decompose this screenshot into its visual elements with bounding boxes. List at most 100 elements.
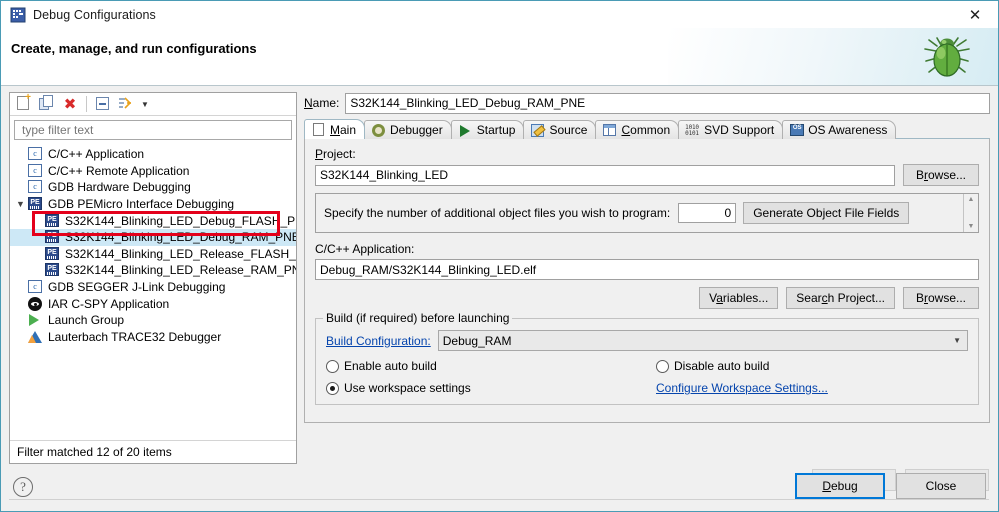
object-files-scrollbar[interactable]: ▲ ▼	[963, 194, 978, 232]
application-label: C/C++ Application:	[315, 242, 415, 256]
build-configuration-combo[interactable]: Debug_RAM ▼	[437, 330, 968, 351]
pencil-edit-icon	[530, 123, 545, 138]
c-application-icon: c	[27, 163, 43, 179]
disable-auto-build-radio[interactable]	[656, 359, 669, 373]
variables-button[interactable]: Variables...	[699, 287, 779, 309]
tree-item-release-flash-pne[interactable]: PE S32K144_Blinking_LED_Release_FLASH_PN…	[10, 246, 296, 263]
project-row: Browse...	[315, 164, 979, 186]
tree-item-gdb-hardware-debugging[interactable]: c GDB Hardware Debugging	[10, 179, 296, 196]
tree-item-c-cpp-application[interactable]: c C/C++ Application	[10, 146, 296, 163]
project-input[interactable]	[315, 164, 895, 186]
document-icon	[311, 122, 326, 137]
tree-item-c-cpp-remote-application[interactable]: c C/C++ Remote Application	[10, 163, 296, 180]
pemicro-icon: PE	[27, 196, 43, 212]
chevron-down-icon[interactable]: ▼	[968, 223, 975, 230]
c-application-icon: c	[27, 279, 43, 295]
application-row	[315, 259, 979, 280]
configuration-name-input[interactable]	[345, 92, 990, 114]
copy-icon-front	[43, 95, 53, 107]
tree-item-label: S32K144_Blinking_LED_Release_FLASH_PNE	[65, 246, 296, 261]
tree-item-release-ram-pne[interactable]: PE S32K144_Blinking_LED_Release_RAM_PNE	[10, 262, 296, 279]
tree-item-lauterbach-trace32-debugger[interactable]: Lauterbach TRACE32 Debugger	[10, 329, 296, 346]
tree-item-label: GDB SEGGER J-Link Debugging	[48, 280, 226, 295]
toolbar-separator	[86, 96, 87, 112]
tree-item-label: C/C++ Application	[48, 147, 145, 162]
disable-auto-build-label: Disable auto build	[674, 359, 770, 373]
tree-item-gdb-segger-jlink-debugging[interactable]: c GDB SEGGER J-Link Debugging	[10, 279, 296, 296]
pemicro-icon: PE	[44, 262, 60, 278]
generate-object-file-fields-button[interactable]: Generate Object File Fields	[743, 202, 910, 224]
main-tab-panel: Project: Browse... Specify the number of…	[304, 138, 990, 423]
filter-text-field-wrapper	[14, 120, 292, 140]
tree-item-label: Launch Group	[48, 313, 125, 328]
launch-configurations-tree[interactable]: c C/C++ Application c C/C++ Remote Appli…	[10, 143, 296, 439]
tab-common[interactable]: Common	[595, 120, 680, 139]
tree-item-debug-flash-pne[interactable]: PE S32K144_Blinking_LED_Debug_FLASH_PNE	[10, 212, 296, 229]
configure-workspace-settings-link[interactable]: Configure Workspace Settings...	[656, 381, 828, 395]
chevron-down-icon[interactable]: ▼	[14, 196, 27, 212]
enable-auto-build-option[interactable]: Enable auto build	[326, 359, 656, 373]
window-title: Debug Configurations	[33, 7, 156, 22]
filter-text-input[interactable]	[20, 122, 286, 138]
tab-svd-support[interactable]: 1010 0101 SVD Support	[678, 120, 784, 139]
build-group: Build (if required) before launching Bui…	[315, 311, 979, 405]
search-project-button[interactable]: Search Project...	[786, 287, 895, 309]
new-launch-configuration-button[interactable]	[14, 93, 34, 114]
tab-debugger[interactable]: Debugger	[364, 120, 452, 139]
tab-label: Source	[549, 123, 588, 137]
filter-arrow-icon	[118, 97, 132, 109]
collapse-all-button[interactable]	[93, 94, 113, 114]
delete-launch-configuration-button[interactable]: ✖	[60, 94, 80, 114]
debug-button[interactable]: Debug	[795, 473, 885, 499]
use-workspace-settings-radio[interactable]	[326, 381, 339, 395]
tab-os-awareness[interactable]: OS OS Awareness	[782, 120, 897, 139]
close-button[interactable]: Close	[896, 473, 986, 499]
application-browse-button[interactable]: Browse...	[903, 287, 979, 309]
build-configuration-value: Debug_RAM	[442, 333, 512, 348]
chevron-down-icon: ▼	[953, 336, 961, 345]
filter-launch-configurations-button[interactable]	[116, 94, 136, 114]
application-buttons-row: Variables... Search Project... Browse...	[315, 287, 979, 309]
chevron-up-icon[interactable]: ▲	[968, 196, 975, 203]
tab-source[interactable]: Source	[523, 120, 597, 139]
tree-item-label: C/C++ Remote Application	[48, 163, 190, 178]
banner: Create, manage, and run configurations	[1, 28, 998, 86]
pemicro-icon: PE	[44, 229, 60, 245]
red-x-delete-icon: ✖	[63, 95, 77, 113]
tree-item-gdb-pemicro-interface-debugging[interactable]: ▼ PE GDB PEMicro Interface Debugging	[10, 196, 296, 213]
c-application-icon: c	[27, 146, 43, 162]
object-files-count-input[interactable]	[678, 203, 737, 223]
tab-startup[interactable]: Startup	[450, 120, 525, 139]
title-bar: Debug Configurations ✕	[1, 1, 998, 28]
use-workspace-settings-option[interactable]: Use workspace settings	[326, 381, 656, 395]
tree-item-label: IAR C-SPY Application	[48, 296, 170, 311]
gear-icon	[371, 123, 386, 138]
filter-dropdown-caret[interactable]: ▼	[139, 94, 151, 114]
tab-label: Main	[330, 122, 357, 137]
green-play-icon	[458, 123, 473, 138]
tree-item-label: S32K144_Blinking_LED_Release_RAM_PNE	[65, 263, 296, 278]
tab-label: OS Awareness	[808, 123, 888, 137]
pemicro-icon: PE	[44, 246, 60, 262]
launch-configurations-panel: ✖ ▼	[9, 92, 297, 464]
os-monitor-icon: OS	[789, 123, 805, 138]
tree-item-label: Lauterbach TRACE32 Debugger	[48, 329, 222, 344]
tree-item-debug-ram-pne[interactable]: PE S32K144_Blinking_LED_Debug_RAM_PNE	[10, 228, 296, 246]
tree-item-iar-cspy-application[interactable]: IAR C-SPY Application	[10, 295, 296, 312]
project-label: Project:	[315, 147, 356, 161]
disable-auto-build-option[interactable]: Disable auto build	[656, 359, 769, 373]
help-button[interactable]: ?	[13, 477, 33, 497]
configuration-tabs: Main Debugger Startup Source Common 1010…	[304, 119, 990, 139]
enable-auto-build-radio[interactable]	[326, 359, 339, 373]
tree-item-label: GDB Hardware Debugging	[48, 180, 191, 195]
tab-main[interactable]: Main	[304, 119, 366, 139]
project-browse-button[interactable]: Browse...	[903, 164, 979, 186]
configuration-name-row: Name:	[304, 92, 990, 114]
build-configuration-link[interactable]: Build Configuration:	[326, 334, 431, 348]
duplicate-launch-configuration-button[interactable]	[37, 94, 57, 114]
application-input[interactable]	[315, 259, 979, 280]
auto-build-radio-row: Enable auto build Disable auto build	[326, 359, 968, 373]
close-window-button[interactable]: ✕	[952, 1, 998, 28]
lauterbach-triangle-icon	[27, 329, 43, 345]
tree-item-launch-group[interactable]: Launch Group	[10, 312, 296, 329]
